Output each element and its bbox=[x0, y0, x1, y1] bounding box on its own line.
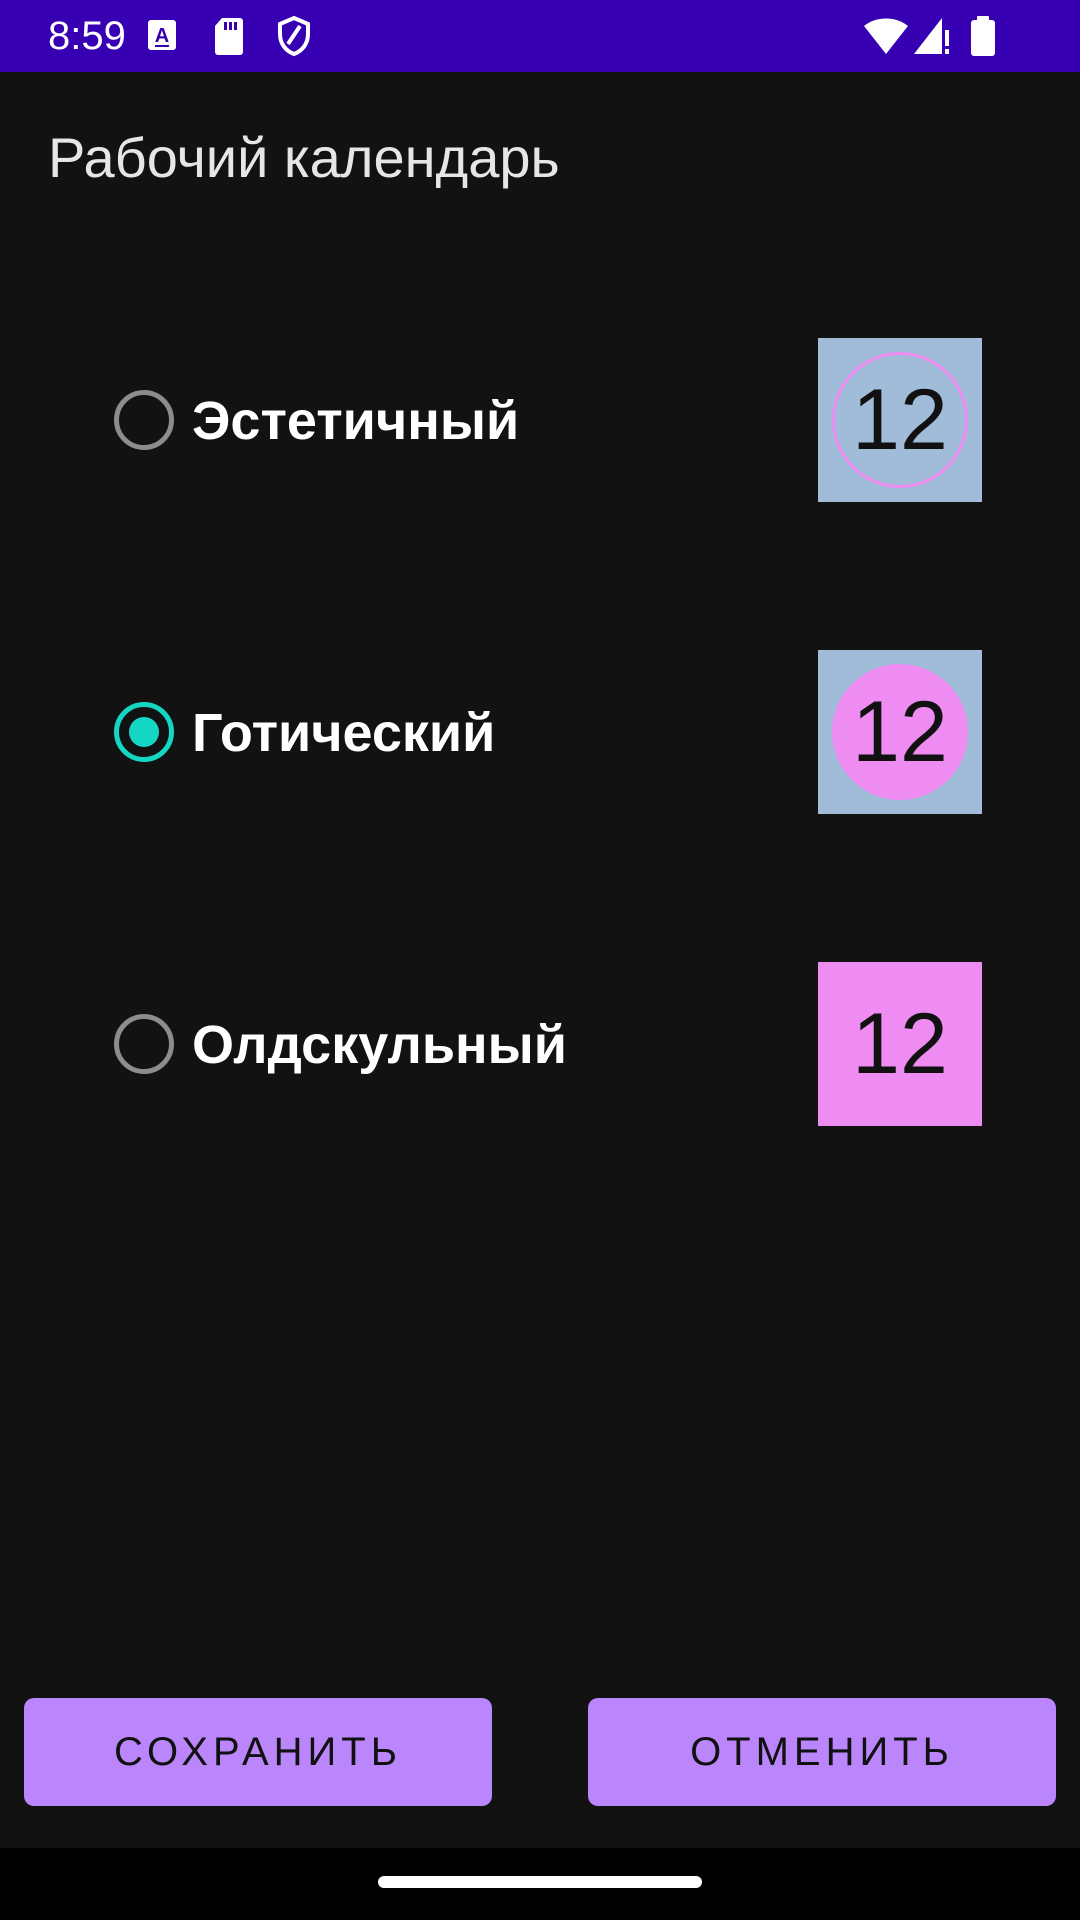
radio-aesthetic[interactable] bbox=[114, 390, 174, 450]
option-label[interactable]: Олдскульный bbox=[192, 1014, 567, 1076]
option-row-aesthetic[interactable]: Эстетичный 12 bbox=[100, 338, 1000, 502]
option-row-oldschool[interactable]: Олдскульный 12 bbox=[100, 962, 1000, 1126]
screen: 8:59 A Рабочий календарь Эстетичный 12 Г… bbox=[0, 0, 1080, 1920]
status-bar: 8:59 A bbox=[0, 0, 1080, 72]
save-button[interactable]: СОХРАНИТЬ bbox=[24, 1698, 492, 1806]
option-label[interactable]: Готический bbox=[192, 702, 495, 764]
option-row-gothic[interactable]: Готический 12 bbox=[100, 650, 1000, 814]
wifi-icon bbox=[862, 14, 910, 58]
radio-gothic[interactable] bbox=[114, 702, 174, 762]
preview-oldschool: 12 bbox=[818, 962, 982, 1126]
sd-card-icon bbox=[212, 14, 246, 58]
svg-text:A: A bbox=[155, 25, 169, 47]
navigation-bar bbox=[0, 1848, 1080, 1920]
keyboard-a-icon: A bbox=[146, 14, 178, 58]
status-time: 8:59 bbox=[48, 14, 126, 58]
preview-number: 12 bbox=[852, 996, 948, 1092]
option-label[interactable]: Эстетичный bbox=[192, 390, 519, 452]
signal-icon bbox=[910, 14, 954, 58]
preview-number: 12 bbox=[852, 684, 948, 780]
page-title: Рабочий календарь bbox=[48, 126, 560, 189]
battery-icon bbox=[968, 14, 998, 58]
preview-number: 12 bbox=[852, 372, 948, 468]
home-gesture-handle[interactable] bbox=[378, 1876, 702, 1888]
cancel-button[interactable]: ОТМЕНИТЬ bbox=[588, 1698, 1056, 1806]
radio-oldschool[interactable] bbox=[114, 1014, 174, 1074]
preview-gothic: 12 bbox=[818, 650, 982, 814]
shield-icon bbox=[276, 14, 312, 58]
preview-aesthetic: 12 bbox=[818, 338, 982, 502]
